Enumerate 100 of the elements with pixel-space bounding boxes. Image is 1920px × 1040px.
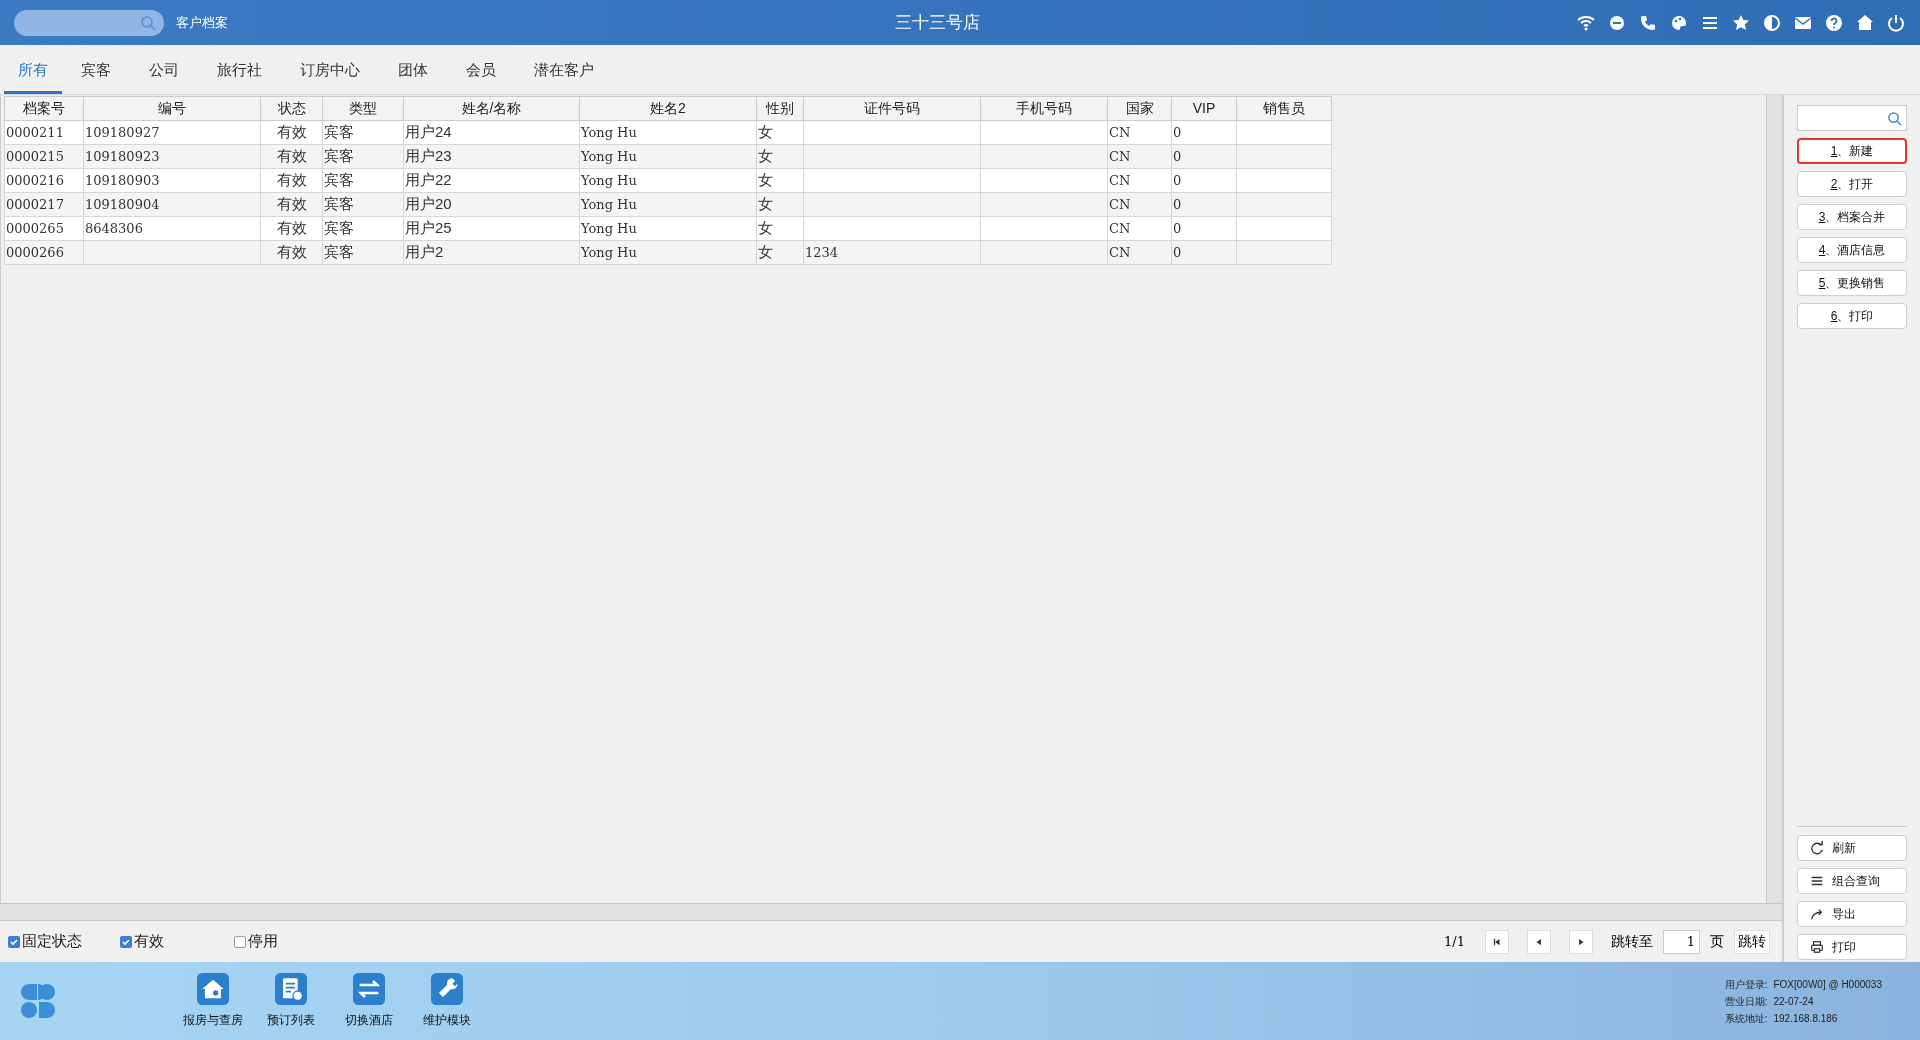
column-header[interactable]: 性别	[756, 96, 804, 121]
first-page-button[interactable]	[1485, 929, 1509, 954]
table-cell: 109180927	[83, 120, 261, 145]
tool-button[interactable]: 刷新	[1797, 835, 1907, 861]
tab[interactable]: 会员	[447, 49, 515, 94]
table-cell: 0000216	[4, 168, 84, 193]
search-field[interactable]	[14, 9, 164, 36]
column-header[interactable]: 手机号码	[980, 96, 1108, 121]
checkbox[interactable]: 有效	[120, 930, 164, 953]
swap-arrows-icon	[353, 973, 385, 1005]
taskbar-item[interactable]: 报房与查房	[183, 973, 243, 1029]
vertical-scrollbar[interactable]	[1766, 95, 1782, 903]
clover-logo-icon	[18, 981, 58, 1021]
column-header[interactable]: 状态	[260, 96, 323, 121]
tab[interactable]: 公司	[130, 49, 198, 94]
table-cell: 用户24	[403, 120, 580, 145]
home-icon[interactable]	[1855, 12, 1875, 33]
column-header[interactable]: 档案号	[4, 96, 84, 121]
table-cell: 有效	[260, 168, 323, 193]
table-cell: 有效	[260, 240, 323, 265]
table-cell: 109180903	[83, 168, 261, 193]
tool-button[interactable]: 组合查询	[1797, 868, 1907, 894]
arrow-icon	[1810, 907, 1824, 921]
table-cell: 0000217	[4, 192, 84, 217]
tab[interactable]: 潜在客户	[515, 49, 613, 94]
help-icon[interactable]	[1824, 12, 1844, 33]
table-cell: 宾客	[322, 144, 404, 169]
column-header[interactable]: 证件号码	[803, 96, 981, 121]
first-page-icon	[1492, 936, 1502, 947]
action-button[interactable]: 1、新建	[1797, 138, 1907, 164]
page-input[interactable]: 1	[1663, 929, 1700, 954]
horizontal-scrollbar[interactable]	[0, 903, 1782, 920]
column-header[interactable]: VIP	[1171, 96, 1237, 121]
table-cell: 0000265	[4, 216, 84, 241]
table-cell: 女	[756, 192, 804, 217]
table-cell: 109180923	[83, 144, 261, 169]
table-cell: 女	[756, 168, 804, 193]
action-button[interactable]: 6、打印	[1797, 303, 1907, 329]
column-header[interactable]: 销售员	[1236, 96, 1332, 121]
status-label: 用户登录:	[1724, 977, 1768, 992]
previous-page-button[interactable]	[1527, 929, 1551, 954]
table-cell: 女	[756, 216, 804, 241]
column-header[interactable]: 姓名/名称	[403, 96, 580, 121]
table-cell: 宾客	[322, 120, 404, 145]
page-unit-label: 页	[1710, 932, 1724, 951]
document-icon	[275, 973, 307, 1005]
tab[interactable]: 订房中心	[281, 49, 379, 94]
module-title: 客户档案	[176, 13, 228, 32]
checkmark-icon	[9, 936, 19, 947]
table-cell: 0000215	[4, 144, 84, 169]
action-button[interactable]: 4、酒店信息	[1797, 237, 1907, 263]
next-page-icon	[1576, 936, 1586, 947]
menu-icon	[1810, 874, 1824, 888]
column-header[interactable]: 类型	[322, 96, 404, 121]
tab[interactable]: 宾客	[62, 49, 130, 94]
table-cell: Yong Hu	[579, 240, 757, 265]
refresh-icon	[1810, 841, 1824, 855]
table-cell: 用户23	[403, 144, 580, 169]
status-label: 营业日期:	[1724, 994, 1768, 1009]
tab[interactable]: 旅行社	[198, 49, 281, 94]
action-button[interactable]: 2、打开	[1797, 171, 1907, 197]
goto-label: 跳转至	[1611, 932, 1653, 951]
table-cell: 女	[756, 144, 804, 169]
contrast-icon[interactable]	[1762, 12, 1782, 33]
table-cell: CN	[1107, 216, 1172, 241]
taskbar-item[interactable]: 维护模块	[417, 973, 477, 1029]
action-button[interactable]: 3、档案合并	[1797, 204, 1907, 230]
table-cell: 有效	[260, 144, 323, 169]
taskbar-item[interactable]: 切换酒店	[339, 973, 399, 1029]
window-title: 三十三号店	[895, 11, 980, 34]
search-field[interactable]	[1797, 105, 1907, 131]
table-cell: 用户2	[403, 240, 580, 265]
table-cell: 有效	[260, 120, 323, 145]
column-header[interactable]: 国家	[1107, 96, 1172, 121]
action-button[interactable]: 5、更换销售	[1797, 270, 1907, 296]
table-cell: Yong Hu	[579, 120, 757, 145]
tool-button[interactable]: 打印	[1797, 934, 1907, 960]
table-cell: 8648306	[83, 216, 261, 241]
status-value: FOX[00W0] @ H000033	[1773, 977, 1882, 992]
table-cell: Yong Hu	[579, 216, 757, 241]
column-header[interactable]: 姓名2	[579, 96, 757, 121]
tab[interactable]: 团体	[379, 49, 447, 94]
table-cell: 0000266	[4, 240, 84, 265]
goto-button[interactable]: 跳转	[1734, 929, 1770, 954]
table-cell: CN	[1107, 192, 1172, 217]
table-cell: 109180904	[83, 192, 261, 217]
previous-page-icon	[1534, 936, 1544, 947]
search-icon	[1887, 110, 1902, 126]
table-cell: 用户20	[403, 192, 580, 217]
column-header[interactable]: 编号	[83, 96, 261, 121]
power-icon[interactable]	[1886, 12, 1906, 33]
checkbox[interactable]: 停用	[234, 930, 278, 953]
table-cell: 有效	[260, 216, 323, 241]
table-cell: 0	[1171, 240, 1237, 265]
next-page-button[interactable]	[1569, 929, 1593, 954]
checkbox[interactable]: 固定状态	[8, 930, 82, 953]
taskbar-item[interactable]: 预订列表	[261, 973, 321, 1029]
tool-button[interactable]: 导出	[1797, 901, 1907, 927]
table-cell: CN	[1107, 144, 1172, 169]
table-cell: 0	[1171, 192, 1237, 217]
